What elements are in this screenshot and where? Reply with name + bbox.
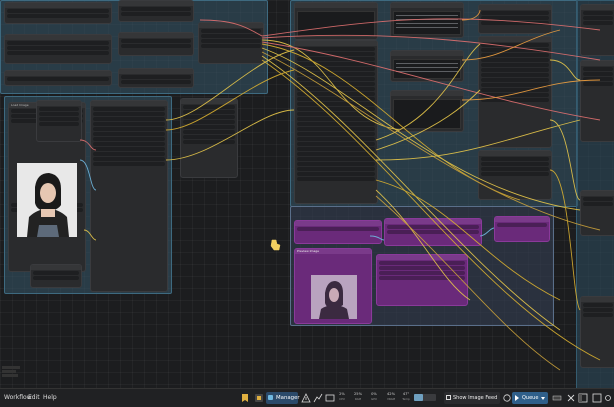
bottom-menubar: Workflow Edit Help Manager 2% CPU 25% RAM …	[0, 388, 614, 407]
menu-help[interactable]: Help	[43, 389, 57, 407]
show-image-feed-button[interactable]: Show Image Feed	[444, 392, 500, 404]
manager-label: Manager	[276, 395, 300, 401]
queue-dropdown-icon	[541, 397, 545, 400]
panel-icon[interactable]	[578, 393, 588, 403]
menu-edit[interactable]: Edit	[28, 389, 40, 407]
close-icon[interactable]	[566, 393, 576, 403]
queue-options-icon[interactable]	[552, 393, 562, 403]
stat-bar	[414, 394, 436, 401]
stat-vram: 42% VRAM	[386, 392, 396, 401]
graph-icon[interactable]	[313, 393, 323, 403]
stat-bar-fill	[414, 394, 423, 401]
puzzle-icon	[268, 395, 273, 400]
connection-wires	[79, 9, 601, 371]
feed-toggle-icon[interactable]	[502, 393, 512, 403]
workflow-canvas[interactable]: Load Image Preview Image	[0, 0, 614, 388]
expand-icon[interactable]	[592, 393, 602, 403]
queue-button[interactable]: Queue	[512, 392, 548, 404]
image-feed-icon	[446, 395, 451, 400]
recent-icon[interactable]	[254, 393, 264, 403]
stat-ram: 25% RAM	[354, 392, 362, 401]
show-image-feed-label: Show Image Feed	[453, 395, 498, 401]
manager-button[interactable]: Manager	[266, 392, 300, 404]
settings-icon[interactable]	[604, 393, 612, 403]
terminal-icon[interactable]	[325, 393, 335, 403]
stat-cpu: 2% CPU	[339, 392, 345, 401]
cursor-hand	[270, 239, 281, 251]
warning-icon[interactable]	[301, 393, 311, 403]
queue-label: Queue	[522, 395, 539, 401]
play-icon	[515, 395, 519, 401]
stat-temp: 47° Temp	[402, 392, 410, 401]
canvas-info-text	[2, 366, 20, 377]
stat-gpu: 0% GPU	[371, 392, 377, 401]
bookmark-icon[interactable]	[240, 393, 250, 403]
